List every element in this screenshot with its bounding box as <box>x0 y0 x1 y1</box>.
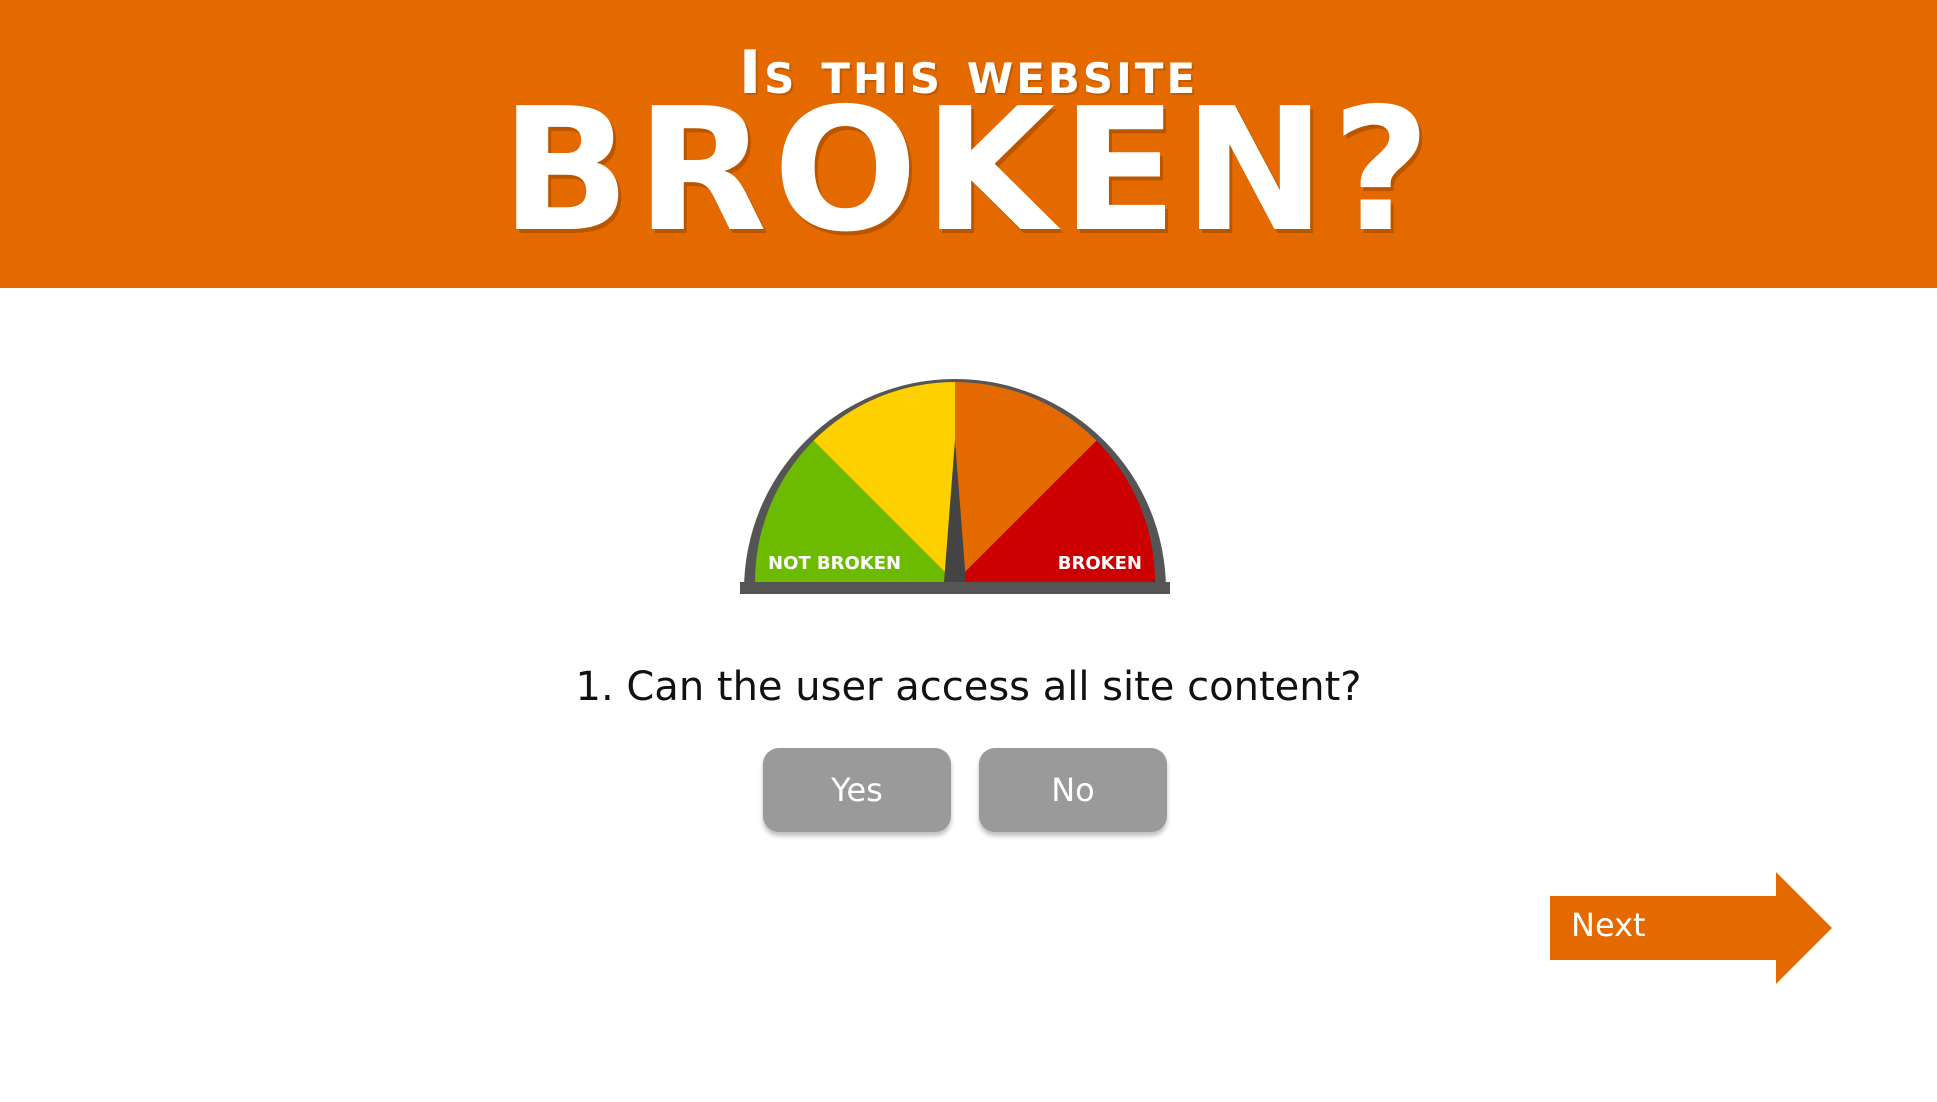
gauge-base <box>740 582 1170 594</box>
gauge-label-broken: BROKEN <box>1058 553 1142 574</box>
site-header: Is this website BROKEN? <box>0 0 1937 288</box>
broken-meter-gauge: NOT BROKEN BROKEN <box>740 364 1170 594</box>
yes-button[interactable]: Yes <box>763 748 951 832</box>
next-button-label: Next <box>1571 906 1646 944</box>
next-button[interactable]: Next <box>1550 872 1832 984</box>
gauge-label-not-broken: NOT BROKEN <box>768 553 901 574</box>
no-button[interactable]: No <box>979 748 1167 832</box>
header-title: BROKEN? <box>500 72 1437 270</box>
question-text: 1. Can the user access all site content? <box>575 664 1362 710</box>
gauge-graphic: NOT BROKEN BROKEN <box>740 379 1170 594</box>
